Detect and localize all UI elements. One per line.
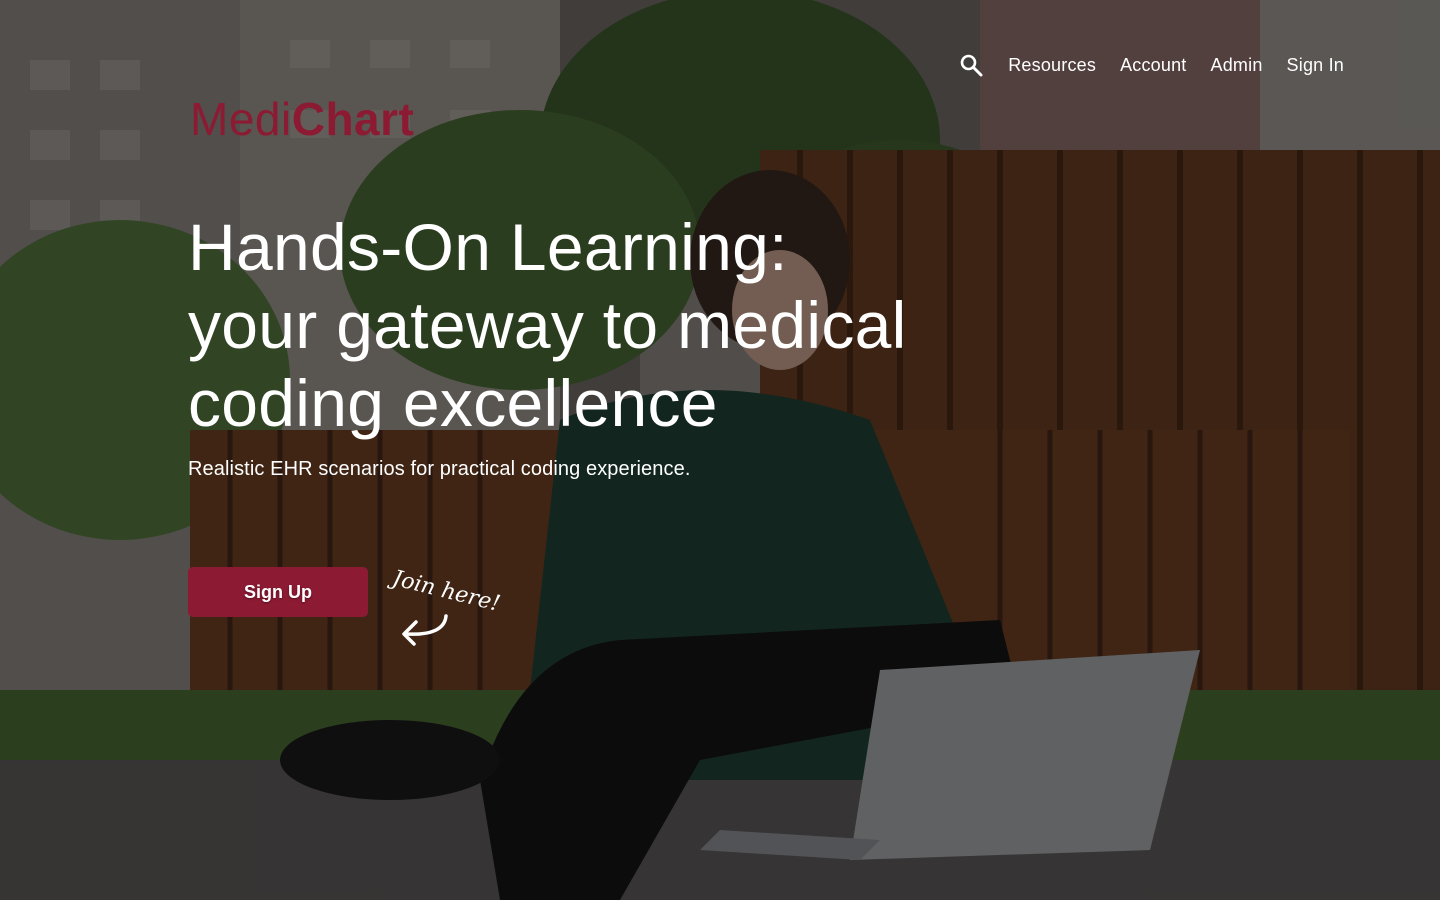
- hero-title: Hands-On Learning: your gateway to medic…: [188, 208, 907, 442]
- curved-arrow-icon: [398, 606, 450, 651]
- nav-link-resources[interactable]: Resources: [1008, 55, 1096, 76]
- hero-subtitle: Realistic EHR scenarios for practical co…: [188, 458, 691, 480]
- hero-title-line-3: coding excellence: [188, 366, 718, 440]
- top-navigation: Resources Account Admin Sign In: [958, 52, 1344, 78]
- brand-logo[interactable]: MediChart: [190, 96, 414, 142]
- hero-title-line-2: your gateway to medical: [188, 288, 907, 362]
- brand-name-part1: Medi: [190, 93, 292, 145]
- search-icon[interactable]: [958, 52, 984, 78]
- brand-name-part2: Chart: [291, 93, 415, 145]
- nav-link-sign-in[interactable]: Sign In: [1287, 55, 1344, 76]
- nav-link-account[interactable]: Account: [1120, 55, 1186, 76]
- sign-up-button[interactable]: Sign Up: [188, 567, 368, 617]
- nav-link-admin[interactable]: Admin: [1211, 55, 1263, 76]
- hero-title-line-1: Hands-On Learning:: [188, 210, 788, 284]
- join-here-note: Join here!: [390, 560, 536, 651]
